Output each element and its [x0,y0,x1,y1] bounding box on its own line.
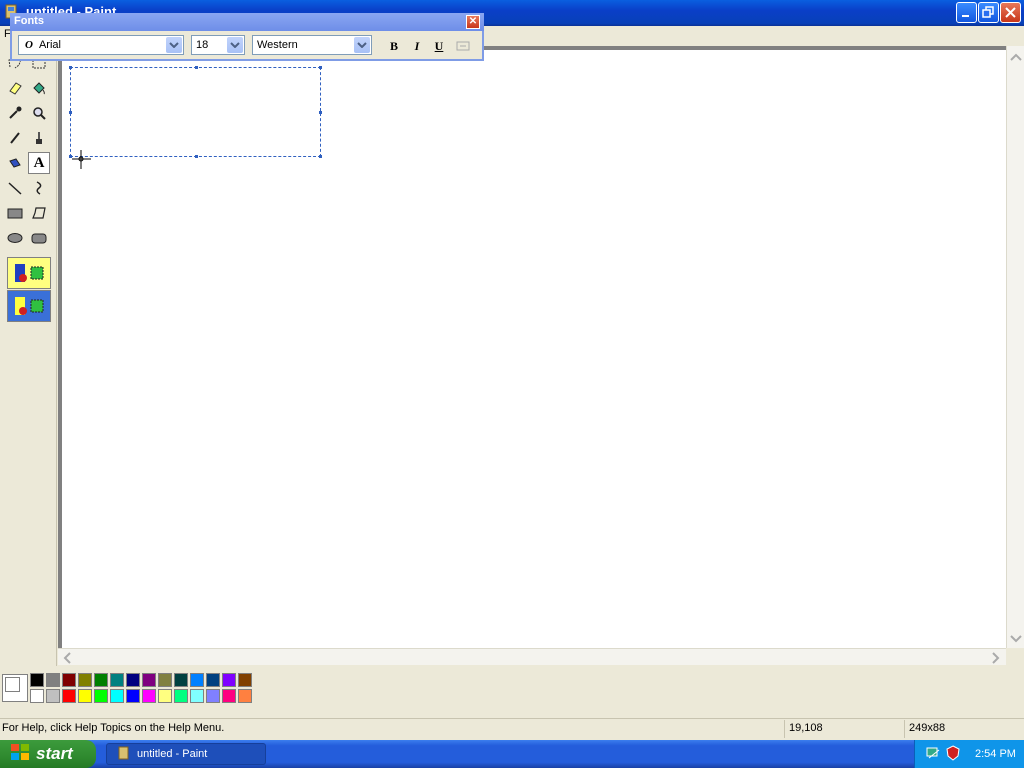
tool-grid: A [4,52,54,252]
palette-swatch[interactable] [238,673,252,687]
palette-swatch[interactable] [78,689,92,703]
status-help-text: For Help, click Help Topics on the Help … [2,722,225,734]
palette-swatch[interactable] [158,673,172,687]
system-tray: 2:54 PM [914,740,1024,768]
rounded-rectangle-icon[interactable] [28,227,50,249]
magnifier-icon[interactable] [28,102,50,124]
text-tool-label: A [33,154,45,171]
resize-handle[interactable] [319,66,322,69]
resize-handle[interactable] [69,111,72,114]
palette-swatch[interactable] [174,673,188,687]
font-script-value: Western [257,39,298,51]
horizontal-scrollbar[interactable] [58,648,1006,665]
status-coordinates: 19,108 [784,720,905,738]
security-shield-icon[interactable] [945,744,961,764]
palette-swatch[interactable] [142,673,156,687]
paint-taskbar-icon [117,746,131,763]
palette-swatch[interactable] [206,689,220,703]
chevron-down-icon[interactable] [166,37,182,53]
palette-swatch[interactable] [126,673,140,687]
palette-swatch[interactable] [94,689,108,703]
palette-swatch[interactable] [206,673,220,687]
palette-swatch[interactable] [78,673,92,687]
fonts-close-button[interactable]: ✕ [466,15,480,29]
palette-swatch[interactable] [222,673,236,687]
vertical-scrollbar[interactable] [1006,46,1024,648]
pencil-icon[interactable] [4,127,26,149]
font-name-value: Arial [38,39,61,51]
palette-swatch[interactable] [158,689,172,703]
chevron-down-icon[interactable] [227,37,243,53]
chevron-down-icon[interactable] [354,37,370,53]
italic-button[interactable]: I [407,37,427,55]
transparent-background-option[interactable] [7,290,51,322]
ellipse-icon[interactable] [4,227,26,249]
line-icon[interactable] [4,177,26,199]
scroll-left-icon[interactable] [63,652,71,667]
palette-swatch[interactable] [222,689,236,703]
scroll-down-icon[interactable] [1010,634,1022,646]
bold-button[interactable]: B [384,37,404,55]
font-size-value: 18 [196,39,209,51]
palette-swatch[interactable] [30,673,44,687]
clock[interactable]: 2:54 PM [975,748,1016,760]
palette-grid [30,673,254,705]
taskbar-item-paint[interactable]: untitled - Paint [106,743,266,765]
fill-bucket-icon[interactable] [28,77,50,99]
network-icon[interactable] [925,745,941,764]
palette-swatch[interactable] [62,689,76,703]
text-icon[interactable]: A [28,152,50,174]
vertical-text-icon[interactable] [453,37,473,55]
resize-handle[interactable] [319,111,322,114]
palette-swatch[interactable] [238,689,252,703]
crosshair-cursor-icon [72,150,92,173]
start-button[interactable]: start [0,740,96,768]
resize-handle[interactable] [69,66,72,69]
font-name-select[interactable]: O Arial [18,35,184,55]
resize-handle[interactable] [195,155,198,158]
polygon-icon[interactable] [28,202,50,224]
windows-logo-icon [10,743,30,766]
minimize-button[interactable] [956,2,977,23]
text-input-box[interactable] [69,66,322,158]
palette-swatch[interactable] [190,689,204,703]
palette-swatch[interactable] [62,673,76,687]
resize-handle[interactable] [195,66,198,69]
fonts-title: Fonts [14,15,44,27]
palette-swatch[interactable] [190,673,204,687]
palette-swatch[interactable] [174,689,188,703]
palette-swatch[interactable] [94,673,108,687]
rectangle-icon[interactable] [4,202,26,224]
font-script-select[interactable]: Western [252,35,372,55]
palette-swatch[interactable] [110,673,124,687]
resize-handle[interactable] [319,155,322,158]
underline-button[interactable]: U [429,37,449,55]
palette-swatch[interactable] [142,689,156,703]
opaque-background-option[interactable] [7,257,51,289]
airbrush-icon[interactable] [4,152,26,174]
font-size-select[interactable]: 18 [191,35,245,55]
opentype-font-icon: O [25,39,33,51]
scroll-up-icon[interactable] [1010,52,1022,64]
curve-icon[interactable] [28,177,50,199]
brush-icon[interactable] [28,127,50,149]
restore-button[interactable] [978,2,999,23]
status-selection-size: 249x88 [904,720,1024,738]
palette-swatch[interactable] [110,689,124,703]
close-button[interactable] [1000,2,1021,23]
palette-swatch[interactable] [30,689,44,703]
start-label: start [36,744,73,763]
eyedropper-icon[interactable] [4,102,26,124]
fonts-titlebar[interactable] [10,13,484,31]
palette-swatch[interactable] [126,689,140,703]
foreground-color [5,677,20,692]
eraser-icon[interactable] [4,77,26,99]
scroll-right-icon[interactable] [992,652,1000,667]
palette-swatch[interactable] [46,689,60,703]
taskbar-item-label: untitled - Paint [137,748,208,760]
palette-swatch[interactable] [46,673,60,687]
